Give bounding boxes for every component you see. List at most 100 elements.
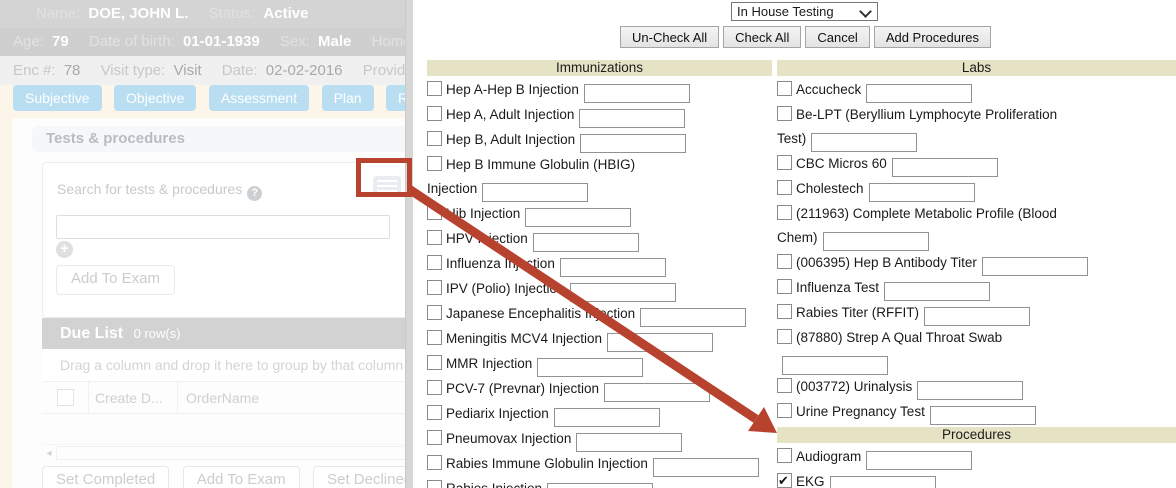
item-checkbox[interactable] — [777, 448, 792, 463]
item-value-input[interactable] — [537, 358, 643, 377]
item-value-input[interactable] — [866, 451, 972, 470]
checklist-item: MMR Injection — [427, 352, 772, 377]
item-value-input[interactable] — [782, 356, 888, 375]
search-input[interactable] — [56, 215, 390, 239]
item-value-input[interactable] — [547, 483, 653, 488]
age-label: Age: — [13, 33, 44, 50]
item-checkbox[interactable] — [427, 156, 442, 171]
item-checkbox[interactable] — [427, 405, 442, 420]
due-list-action-button[interactable]: Set Declined — [313, 466, 405, 488]
item-value-input[interactable] — [579, 109, 685, 128]
column-order-name[interactable]: OrderName — [178, 382, 405, 413]
item-checkbox[interactable] — [777, 254, 792, 269]
note-tab[interactable]: Results — [386, 85, 405, 111]
immunizations-section: Immunizations Hep A-Hep B Injection Hep … — [427, 60, 772, 488]
item-checkbox[interactable] — [777, 106, 792, 121]
checklist-item: (211963) Complete Metabolic Profile (Blo… — [777, 202, 1099, 251]
item-checkbox[interactable] — [777, 205, 792, 220]
item-checkbox[interactable] — [427, 380, 442, 395]
item-value-input[interactable] — [560, 258, 666, 277]
item-checkbox[interactable] — [427, 330, 442, 345]
scrollbar-track[interactable] — [56, 446, 405, 460]
item-value-input[interactable] — [604, 383, 710, 402]
checklist-item: Accucheck — [777, 78, 1099, 103]
item-checkbox[interactable] — [777, 155, 792, 170]
item-label: Japanese Encephalitis Injection — [446, 306, 635, 321]
item-value-input[interactable] — [869, 183, 975, 202]
item-value-input[interactable] — [811, 133, 917, 152]
item-checkbox[interactable] — [427, 355, 442, 370]
sex-value: Male — [318, 33, 351, 50]
item-checkbox[interactable] — [777, 180, 792, 195]
item-value-input[interactable] — [576, 433, 682, 452]
item-checkbox[interactable] — [427, 205, 442, 220]
note-tab[interactable]: Subjective — [13, 85, 102, 111]
checklist-item: Hep A-Hep B Injection — [427, 78, 772, 103]
note-tab[interactable]: Plan — [322, 85, 374, 111]
item-checkbox[interactable] — [777, 304, 792, 319]
checklist-item: Influenza Test — [777, 276, 1099, 301]
item-value-input[interactable] — [554, 408, 660, 427]
scroll-left-icon[interactable]: ◂ — [42, 448, 56, 459]
item-value-input[interactable] — [917, 381, 1023, 400]
note-tab[interactable]: Assessment — [209, 85, 309, 111]
item-checkbox[interactable] — [427, 480, 442, 488]
item-value-input[interactable] — [653, 458, 759, 477]
item-value-input[interactable] — [830, 476, 936, 488]
item-value-input[interactable] — [823, 232, 929, 251]
plan-content: Tests & procedures Search for tests & pr… — [12, 118, 405, 488]
item-value-input[interactable] — [482, 183, 588, 202]
item-checkbox[interactable] — [427, 81, 442, 96]
item-checkbox[interactable] — [777, 403, 792, 418]
item-value-input[interactable] — [892, 158, 998, 177]
select-all-checkbox[interactable] — [57, 389, 74, 406]
item-checkbox[interactable] — [427, 106, 442, 121]
help-icon[interactable]: ? — [247, 186, 262, 201]
horizontal-scrollbar[interactable]: ◂ — [42, 445, 405, 461]
note-tab[interactable]: Objective — [114, 85, 196, 111]
item-value-input[interactable] — [930, 406, 1036, 425]
item-value-input[interactable] — [580, 134, 686, 153]
item-label: Influenza Test — [796, 280, 879, 295]
item-value-input[interactable] — [570, 283, 676, 302]
item-checkbox[interactable] — [777, 378, 792, 393]
dialog-toolbar-button[interactable]: Add Procedures — [874, 26, 991, 48]
item-value-input[interactable] — [884, 282, 990, 301]
item-checkbox[interactable] — [777, 279, 792, 294]
item-checkbox[interactable] — [427, 430, 442, 445]
category-select[interactable]: In House Testing — [731, 2, 878, 21]
item-value-input[interactable] — [584, 84, 690, 103]
item-checkbox[interactable] — [427, 131, 442, 146]
dialog-toolbar-button[interactable]: Check All — [723, 26, 801, 48]
item-checkbox[interactable] — [427, 230, 442, 245]
due-list-header: Due List 0 row(s) — [42, 318, 405, 349]
item-value-input[interactable] — [640, 308, 746, 327]
column-create-date[interactable]: Create D... — [89, 382, 178, 413]
add-plus-icon[interactable]: + — [56, 241, 73, 258]
checklist-item: EKG — [777, 470, 1099, 488]
due-list-title: Due List — [60, 325, 123, 342]
item-value-input[interactable] — [607, 333, 713, 352]
add-to-exam-button[interactable]: Add To Exam — [56, 265, 175, 295]
due-list-action-button[interactable]: Set Completed — [42, 466, 169, 488]
item-checkbox[interactable] — [427, 280, 442, 295]
checklist-item: Hep B, Adult Injection — [427, 128, 772, 153]
item-value-input[interactable] — [533, 233, 639, 252]
item-checkbox[interactable] — [777, 329, 792, 344]
dialog-toolbar-button[interactable]: Un-Check All — [620, 26, 719, 48]
item-label: MMR Injection — [446, 356, 532, 371]
item-checkbox[interactable] — [427, 255, 442, 270]
item-value-input[interactable] — [924, 307, 1030, 326]
item-checkbox[interactable] — [427, 305, 442, 320]
item-checkbox[interactable] — [427, 455, 442, 470]
item-value-input[interactable] — [866, 84, 972, 103]
item-value-input[interactable] — [982, 257, 1088, 276]
item-label: IPV (Polio) Injection — [446, 281, 565, 296]
due-list-action-button[interactable]: Add To Exam — [183, 466, 300, 488]
patient-header-row1: Name: DOE, JOHN L. Status: Active — [0, 0, 405, 28]
item-label: (003772) Urinalysis — [796, 379, 912, 394]
dialog-toolbar-button[interactable]: Cancel — [805, 26, 869, 48]
item-checkbox[interactable] — [777, 81, 792, 96]
item-checkbox[interactable] — [777, 473, 792, 488]
item-value-input[interactable] — [525, 208, 631, 227]
